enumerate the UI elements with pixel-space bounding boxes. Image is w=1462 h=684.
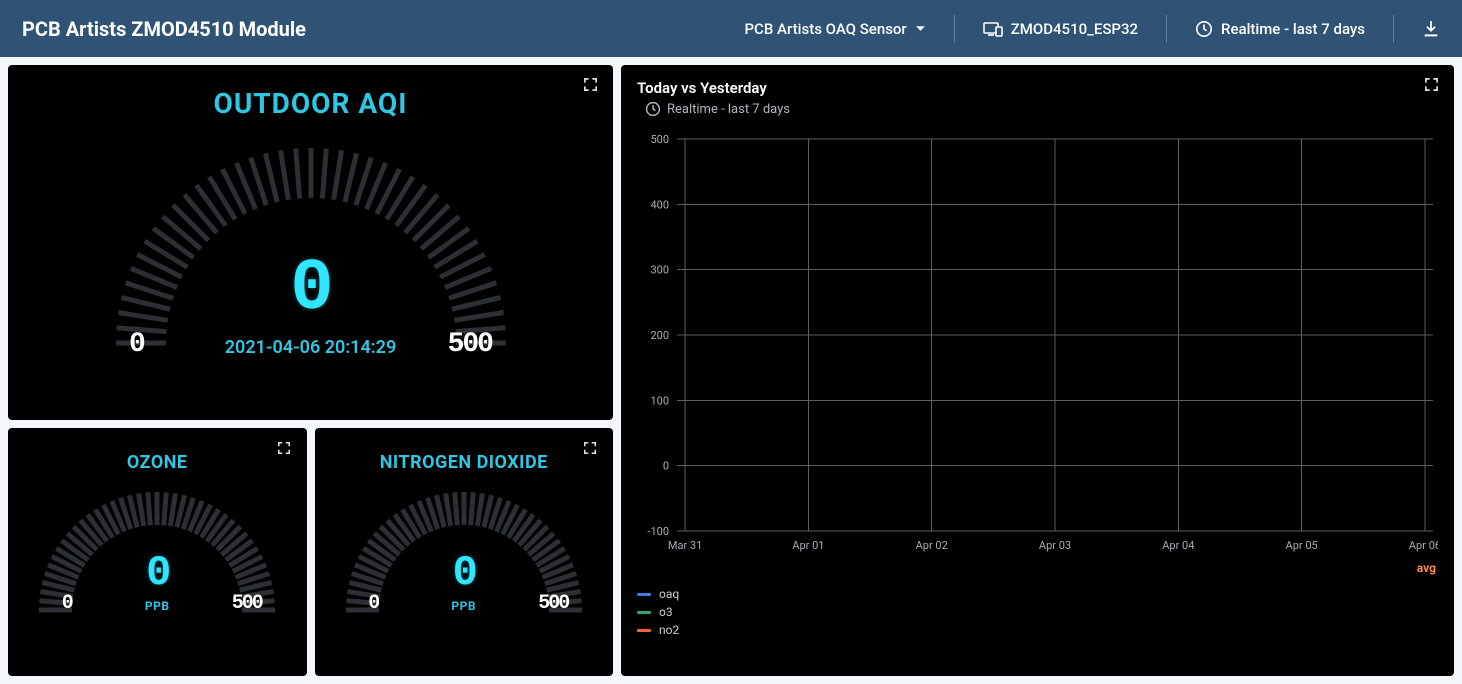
svg-text:500: 500 xyxy=(650,133,669,146)
legend-swatch xyxy=(637,611,651,614)
gauge-no2: 0 0 500 PPB xyxy=(315,475,614,625)
gauge-title-no2: NITROGEN DIOXIDE xyxy=(315,452,614,473)
expand-icon xyxy=(1424,77,1439,96)
header-controls: PCB Artists OAQ Sensor ZMOD4510_ESP32 xyxy=(744,15,1440,43)
time-range-label: Realtime - last 7 days xyxy=(1221,20,1365,38)
legend-swatch xyxy=(637,593,651,596)
legend-item[interactable]: oaq xyxy=(637,587,1438,601)
expand-icon xyxy=(583,440,597,459)
header-divider xyxy=(954,15,955,43)
gauge-aqi-value: 0 xyxy=(290,248,330,330)
gauge-ozone-value: 0 xyxy=(146,549,168,597)
device-label: ZMOD4510_ESP32 xyxy=(1011,20,1138,38)
gauge-title-aqi: OUTDOOR AQI xyxy=(8,87,613,120)
legend-label: no2 xyxy=(659,623,679,637)
svg-text:Apr 01: Apr 01 xyxy=(792,539,824,552)
expand-button[interactable] xyxy=(579,438,601,460)
legend-label: oaq xyxy=(659,587,679,601)
chart-title: Today vs Yesterday xyxy=(637,79,1438,97)
device-select[interactable]: ZMOD4510_ESP32 xyxy=(983,20,1138,38)
expand-button[interactable] xyxy=(1420,75,1442,97)
chart-header: Today vs Yesterday Realtime - last 7 day… xyxy=(637,79,1438,117)
download-icon xyxy=(1422,20,1440,38)
expand-button[interactable] xyxy=(273,438,295,460)
svg-text:-100: -100 xyxy=(647,525,669,538)
chart-subtitle-row: Realtime - last 7 days xyxy=(645,101,1438,117)
dashboard-content: OUTDOOR AQI 0 0 500 2021-04-06 20:14:29 xyxy=(0,57,1462,684)
chart-plot[interactable]: -100 0 100 200 300 400 500 Mar 31 Apr 01 Apr 02 Ap… xyxy=(637,131,1438,561)
legend-item[interactable]: o3 xyxy=(637,605,1438,619)
right-column: Today vs Yesterday Realtime - last 7 day… xyxy=(621,65,1454,676)
svg-text:Apr 05: Apr 05 xyxy=(1286,539,1318,552)
page-title: PCB Artists ZMOD4510 Module xyxy=(22,17,744,41)
chevron-down-icon xyxy=(915,23,926,34)
expand-button[interactable] xyxy=(579,75,601,97)
expand-icon xyxy=(583,77,598,96)
svg-text:Apr 04: Apr 04 xyxy=(1162,539,1194,552)
gauge-title-ozone: OZONE xyxy=(8,452,307,473)
svg-text:400: 400 xyxy=(650,198,669,211)
gauge-no2-max: 500 xyxy=(538,592,568,615)
sensor-select[interactable]: PCB Artists OAQ Sensor xyxy=(744,20,925,38)
gauge-no2-unit: PPB xyxy=(451,599,476,613)
gauge-ozone-min: 0 xyxy=(62,592,72,615)
clock-icon xyxy=(645,101,661,117)
gauge-aqi-timestamp: 2021-04-06 20:14:29 xyxy=(225,337,396,358)
svg-text:Mar 31: Mar 31 xyxy=(668,539,702,552)
gauge-aqi: 0 0 500 2021-04-06 20:14:29 xyxy=(8,128,613,368)
left-column: OUTDOOR AQI 0 0 500 2021-04-06 20:14:29 xyxy=(8,65,613,676)
app-header: PCB Artists ZMOD4510 Module PCB Artists … xyxy=(0,0,1462,57)
chart-avg-label: avg xyxy=(1417,561,1436,575)
chart-legend: oaq o3 no2 xyxy=(637,587,1438,637)
legend-swatch xyxy=(637,629,651,632)
header-divider xyxy=(1166,15,1167,43)
legend-item[interactable]: no2 xyxy=(637,623,1438,637)
svg-text:Apr 02: Apr 02 xyxy=(916,539,948,552)
gauge-ozone-unit: PPB xyxy=(145,599,170,613)
sensor-select-label: PCB Artists OAQ Sensor xyxy=(744,20,906,38)
gauge-ozone: 0 0 500 PPB xyxy=(8,475,307,625)
svg-text:0: 0 xyxy=(663,460,669,473)
svg-text:100: 100 xyxy=(650,394,669,407)
header-divider xyxy=(1393,15,1394,43)
chart-card: Today vs Yesterday Realtime - last 7 day… xyxy=(621,65,1454,676)
gauge-card-ozone: OZONE 0 0 500 PPB xyxy=(8,428,307,676)
legend-label: o3 xyxy=(659,605,673,619)
gauge-ozone-max: 500 xyxy=(232,592,262,615)
gauge-no2-min: 0 xyxy=(368,592,378,615)
gauge-aqi-min: 0 xyxy=(129,329,144,360)
time-range-select[interactable]: Realtime - last 7 days xyxy=(1195,20,1365,38)
clock-icon xyxy=(1195,20,1213,38)
gauge-aqi-max: 500 xyxy=(448,329,492,360)
device-icon xyxy=(983,21,1003,37)
svg-text:200: 200 xyxy=(650,329,669,342)
expand-icon xyxy=(277,440,291,459)
gauge-card-aqi: OUTDOOR AQI 0 0 500 2021-04-06 20:14:29 xyxy=(8,65,613,420)
chart-subtitle: Realtime - last 7 days xyxy=(667,102,790,117)
gauge-card-no2: NITROGEN DIOXIDE 0 0 500 PPB xyxy=(315,428,614,676)
gauge-no2-value: 0 xyxy=(453,549,475,597)
small-gauge-row: OZONE 0 0 500 PPB NITROGEN xyxy=(8,428,613,676)
svg-text:300: 300 xyxy=(650,264,669,277)
download-button[interactable] xyxy=(1422,20,1440,38)
svg-text:Apr 03: Apr 03 xyxy=(1039,539,1071,552)
svg-text:Apr 06: Apr 06 xyxy=(1409,539,1438,552)
